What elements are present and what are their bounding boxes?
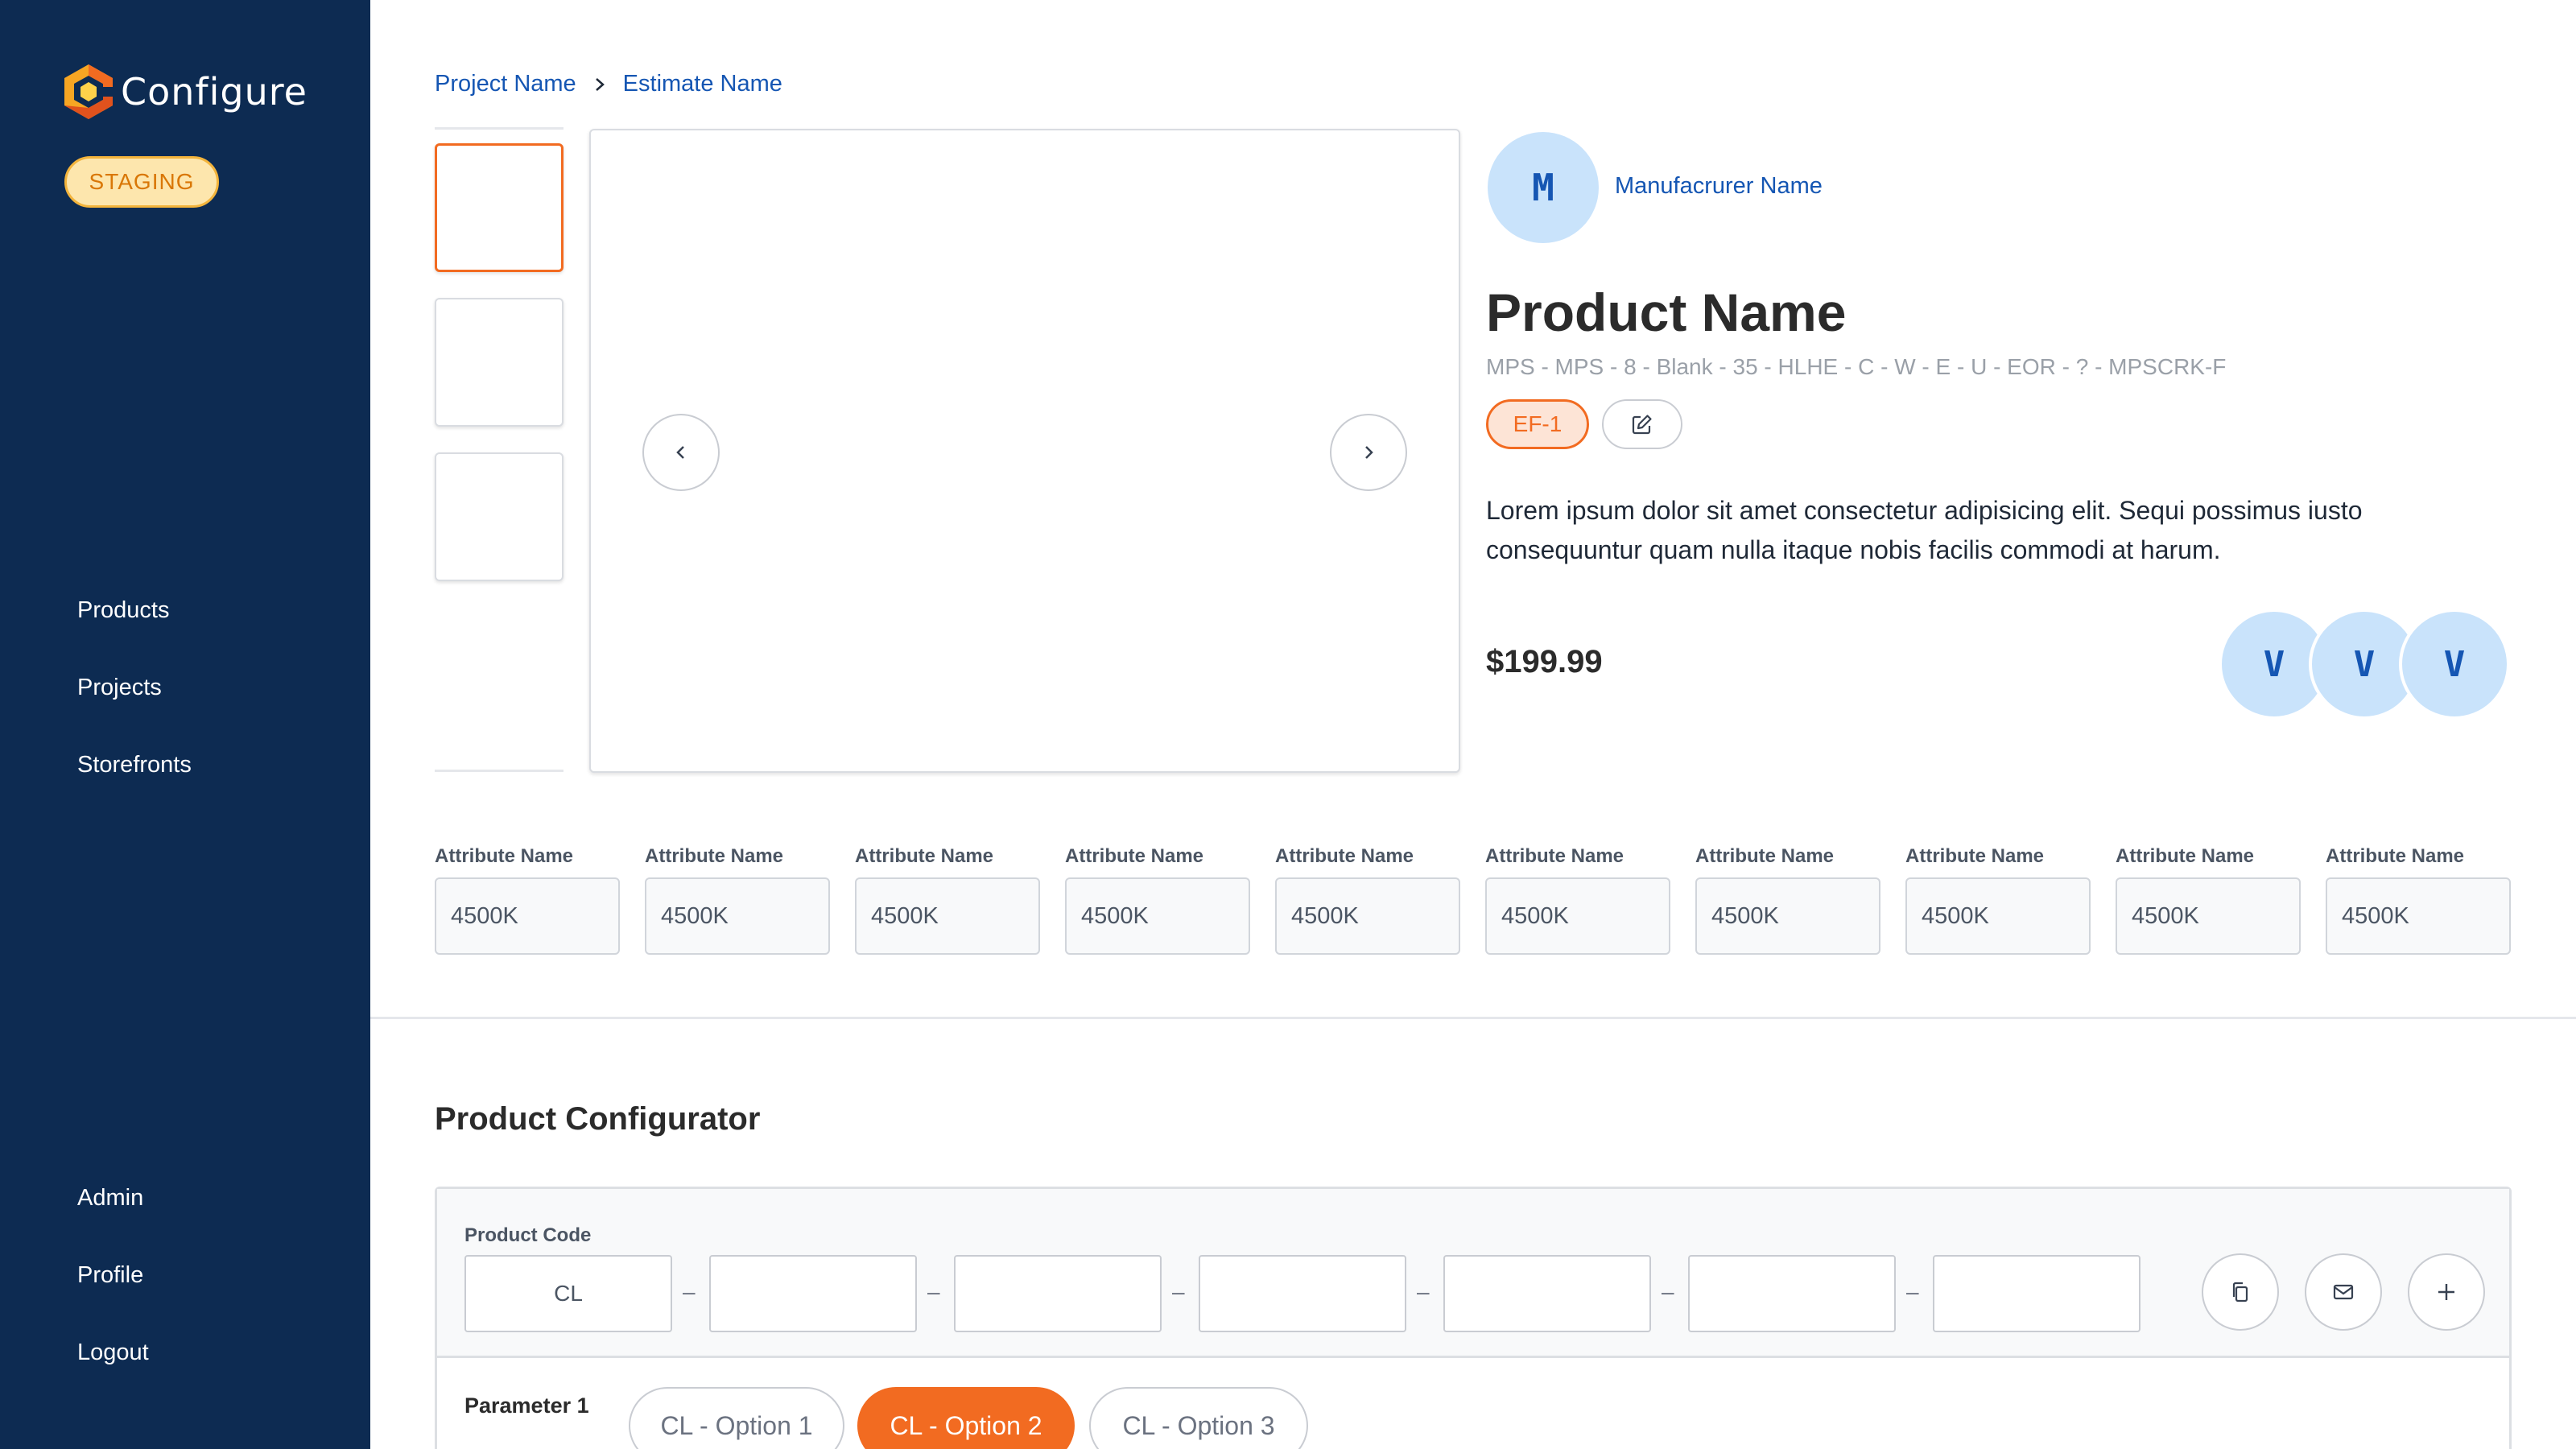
attribute-field[interactable]: 4500K xyxy=(1275,877,1460,955)
attribute-label: Attribute Name xyxy=(1695,845,1835,867)
app-logo[interactable]: Configure xyxy=(63,63,308,121)
code-segment-7[interactable] xyxy=(1933,1255,2140,1332)
plus-icon xyxy=(2438,1284,2454,1300)
attribute-label: Attribute Name xyxy=(1275,845,1414,867)
thumbnail-rail-bottom xyxy=(435,770,564,772)
code-separator: – xyxy=(1662,1279,1674,1304)
code-segment-6[interactable] xyxy=(1688,1255,1896,1332)
product-title: Product Name xyxy=(1486,283,1847,342)
nav-logout[interactable]: Logout xyxy=(77,1340,149,1366)
parameter-option-1[interactable]: CL - Option 1 xyxy=(629,1387,844,1449)
chevron-right-icon xyxy=(1365,446,1373,459)
envelope-icon xyxy=(2333,1284,2354,1300)
configurator-panel: Product Code CL – – – – – – Parameter 1 … xyxy=(435,1187,2512,1449)
code-separator: – xyxy=(1906,1279,1919,1304)
attribute-5: Attribute Name 4500K xyxy=(1275,845,1460,955)
parameter-option-2[interactable]: CL - Option 2 xyxy=(857,1387,1075,1449)
environment-badge: STAGING xyxy=(64,156,219,208)
manufacturer-link[interactable]: Manufacrurer Name xyxy=(1615,173,1823,200)
attribute-4: Attribute Name 4500K xyxy=(1065,845,1250,955)
product-tag-badge[interactable]: EF-1 xyxy=(1486,399,1589,449)
attribute-label: Attribute Name xyxy=(1065,845,1204,867)
code-separator: – xyxy=(1172,1279,1185,1304)
code-segment-2[interactable] xyxy=(709,1255,917,1332)
parameter-label: Parameter 1 xyxy=(464,1393,589,1418)
configure-logo-icon xyxy=(64,64,113,119)
attribute-field[interactable]: 4500K xyxy=(1695,877,1880,955)
code-separator: – xyxy=(683,1279,696,1304)
code-separator: – xyxy=(1417,1279,1430,1304)
edit-icon xyxy=(1632,415,1652,435)
breadcrumb-estimate[interactable]: Estimate Name xyxy=(623,71,782,97)
nav-profile[interactable]: Profile xyxy=(77,1262,143,1289)
attribute-field[interactable]: 4500K xyxy=(855,877,1040,955)
attribute-3: Attribute Name 4500K xyxy=(855,845,1040,955)
copy-code-button[interactable] xyxy=(2202,1253,2279,1331)
code-segment-5[interactable] xyxy=(1443,1255,1651,1332)
product-code-summary: MPS - MPS - 8 - Blank - 35 - HLHE - C - … xyxy=(1486,354,2227,379)
code-separator: – xyxy=(927,1279,940,1304)
add-button[interactable] xyxy=(2408,1253,2485,1331)
thumbnail-2[interactable] xyxy=(435,298,564,427)
section-divider xyxy=(370,1017,2576,1019)
code-segment-1[interactable]: CL xyxy=(464,1255,672,1332)
carousel-next-button[interactable] xyxy=(1330,414,1407,491)
attribute-label: Attribute Name xyxy=(1485,845,1624,867)
attribute-7: Attribute Name 4500K xyxy=(1695,845,1880,955)
copy-icon xyxy=(2232,1282,2248,1302)
product-price: $199.99 xyxy=(1486,644,1603,679)
attribute-field[interactable]: 4500K xyxy=(1905,877,2091,955)
code-segment-4[interactable] xyxy=(1199,1255,1406,1332)
variant-avatar-3[interactable]: V xyxy=(2399,609,2510,720)
sidebar: Configure STAGING Products Projects Stor… xyxy=(0,0,370,1449)
breadcrumb: Project Name Estimate Name xyxy=(435,71,782,97)
attribute-label: Attribute Name xyxy=(645,845,784,867)
attribute-1: Attribute Name 4500K xyxy=(435,845,620,955)
attribute-field[interactable]: 4500K xyxy=(645,877,830,955)
attribute-10: Attribute Name 4500K xyxy=(2326,845,2511,955)
attribute-8: Attribute Name 4500K xyxy=(1905,845,2091,955)
nav-admin[interactable]: Admin xyxy=(77,1185,143,1212)
attribute-label: Attribute Name xyxy=(435,845,574,867)
attribute-label: Attribute Name xyxy=(1905,845,2045,867)
edit-button[interactable] xyxy=(1602,399,1682,449)
attribute-field[interactable]: 4500K xyxy=(1485,877,1670,955)
attribute-label: Attribute Name xyxy=(2326,845,2465,867)
attribute-field[interactable]: 4500K xyxy=(435,877,620,955)
nav-projects[interactable]: Projects xyxy=(77,675,162,701)
parameter-option-3[interactable]: CL - Option 3 xyxy=(1089,1387,1308,1449)
attribute-field[interactable]: 4500K xyxy=(2116,877,2301,955)
attribute-field[interactable]: 4500K xyxy=(2326,877,2511,955)
product-image-viewer xyxy=(589,129,1460,773)
product-code-bar: Product Code CL – – – – – – xyxy=(437,1189,2509,1358)
thumbnail-rail-top xyxy=(435,127,564,130)
attribute-6: Attribute Name 4500K xyxy=(1485,845,1670,955)
attribute-label: Attribute Name xyxy=(2116,845,2255,867)
code-segment-3[interactable] xyxy=(954,1255,1162,1332)
carousel-prev-button[interactable] xyxy=(642,414,720,491)
attribute-9: Attribute Name 4500K xyxy=(2116,845,2301,955)
attribute-2: Attribute Name 4500K xyxy=(645,845,830,955)
product-code-label: Product Code xyxy=(464,1224,592,1246)
email-code-button[interactable] xyxy=(2305,1253,2382,1331)
attribute-field[interactable]: 4500K xyxy=(1065,877,1250,955)
manufacturer-avatar: M xyxy=(1488,132,1599,243)
chevron-left-icon xyxy=(676,446,684,459)
chevron-right-icon xyxy=(595,77,605,91)
app-name: Configure xyxy=(121,70,308,114)
attribute-label: Attribute Name xyxy=(855,845,994,867)
thumbnail-1[interactable] xyxy=(435,143,564,272)
breadcrumb-project[interactable]: Project Name xyxy=(435,71,576,97)
configurator-title: Product Configurator xyxy=(435,1101,761,1137)
nav-storefronts[interactable]: Storefronts xyxy=(77,752,192,778)
nav-products[interactable]: Products xyxy=(77,597,169,624)
thumbnail-3[interactable] xyxy=(435,452,564,581)
product-description: Lorem ipsum dolor sit amet consectetur a… xyxy=(1486,496,2363,564)
